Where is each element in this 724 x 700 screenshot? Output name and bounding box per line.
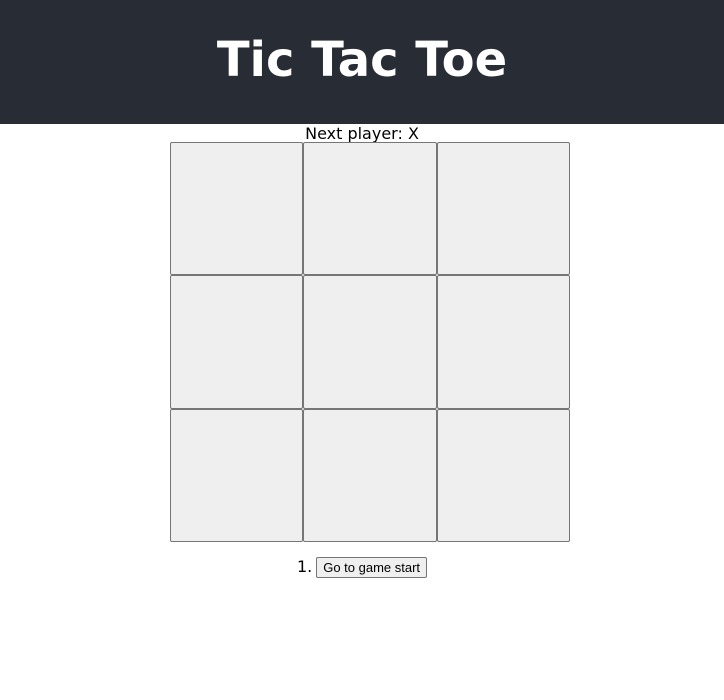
move-history: 1. Go to game start bbox=[0, 557, 724, 578]
board-square-9[interactable] bbox=[437, 409, 570, 542]
game-board bbox=[170, 142, 570, 542]
board-square-5[interactable] bbox=[303, 275, 437, 409]
board-square-6[interactable] bbox=[437, 275, 570, 409]
board-square-2[interactable] bbox=[303, 142, 437, 275]
go-to-game-start-button[interactable]: Go to game start bbox=[316, 557, 428, 578]
app-header: Tic Tac Toe bbox=[0, 0, 724, 124]
board-square-7[interactable] bbox=[170, 409, 303, 542]
board-square-4[interactable] bbox=[170, 275, 303, 409]
board-square-1[interactable] bbox=[170, 142, 303, 275]
move-number: 1. bbox=[296, 557, 313, 576]
game-status: Next player: X bbox=[305, 124, 419, 143]
board-square-8[interactable] bbox=[303, 409, 437, 542]
page-title: Tic Tac Toe bbox=[216, 32, 508, 88]
board-square-3[interactable] bbox=[437, 142, 570, 275]
